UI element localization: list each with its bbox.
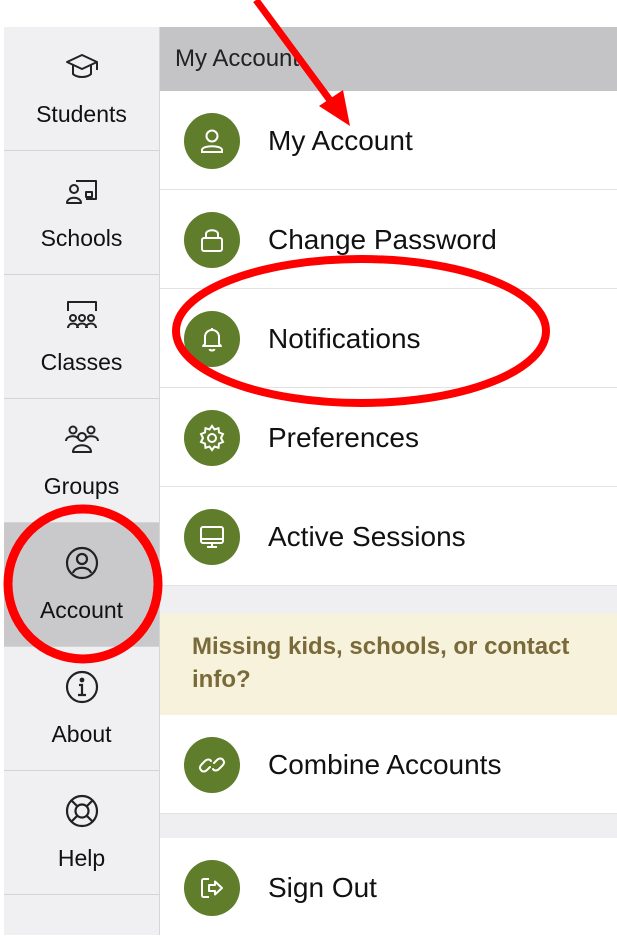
menu-item-notifications[interactable]: Notifications	[160, 289, 617, 388]
sidebar-item-about[interactable]: About	[4, 647, 159, 771]
sign-out-icon	[184, 860, 240, 916]
menu-item-active-sessions[interactable]: Active Sessions	[160, 487, 617, 586]
menu-item-label: My Account	[268, 125, 413, 156]
link-icon	[184, 737, 240, 793]
bell-icon	[184, 311, 240, 367]
lock-icon	[184, 212, 240, 268]
menu-item-label: Active Sessions	[268, 521, 466, 552]
sidebar-item-account[interactable]: Account	[4, 523, 159, 647]
menu-item-change-password[interactable]: Change Password	[160, 190, 617, 289]
menu-item-preferences[interactable]: Preferences	[160, 388, 617, 487]
menu-item-label: Change Password	[268, 224, 497, 255]
missing-info-banner[interactable]: Missing kids, schools, or contact info?	[160, 614, 617, 715]
section-gap	[160, 814, 617, 838]
sidebar-item-label: About	[51, 721, 112, 747]
sidebar: Students Schools Classes Groups Account …	[4, 27, 160, 935]
sidebar-item-label: Schools	[40, 225, 123, 251]
school-board-icon	[4, 173, 159, 209]
top-strip	[0, 0, 617, 27]
menu-item-label: Preferences	[268, 422, 419, 453]
sidebar-item-label: Classes	[40, 349, 123, 375]
sidebar-item-label: Help	[57, 845, 106, 871]
menu-item-combine-accounts[interactable]: Combine Accounts	[160, 715, 617, 814]
sidebar-item-students[interactable]: Students	[4, 27, 159, 151]
monitor-icon	[184, 509, 240, 565]
menu-item-sign-out[interactable]: Sign Out	[160, 838, 617, 937]
gear-icon	[184, 410, 240, 466]
sidebar-item-label: Account	[39, 597, 124, 623]
menu-item-label: Combine Accounts	[268, 749, 502, 780]
sidebar-item-help[interactable]: Help	[4, 771, 159, 895]
classroom-icon	[4, 297, 159, 333]
main-panel: My Account My Account Change Password No…	[160, 27, 617, 937]
menu-item-label: Sign Out	[268, 872, 377, 903]
graduation-cap-icon	[4, 49, 159, 85]
group-icon	[4, 421, 159, 457]
user-icon	[184, 113, 240, 169]
sidebar-item-groups[interactable]: Groups	[4, 399, 159, 523]
info-icon	[4, 669, 159, 705]
menu-item-my-account[interactable]: My Account	[160, 91, 617, 190]
lifebuoy-icon	[4, 793, 159, 829]
section-header: My Account	[160, 27, 617, 91]
sidebar-item-schools[interactable]: Schools	[4, 151, 159, 275]
sidebar-item-classes[interactable]: Classes	[4, 275, 159, 399]
menu-item-label: Notifications	[268, 323, 421, 354]
sidebar-item-label: Groups	[43, 473, 120, 499]
user-circle-icon	[4, 545, 159, 581]
sidebar-item-label: Students	[36, 101, 127, 127]
section-gap	[160, 586, 617, 614]
